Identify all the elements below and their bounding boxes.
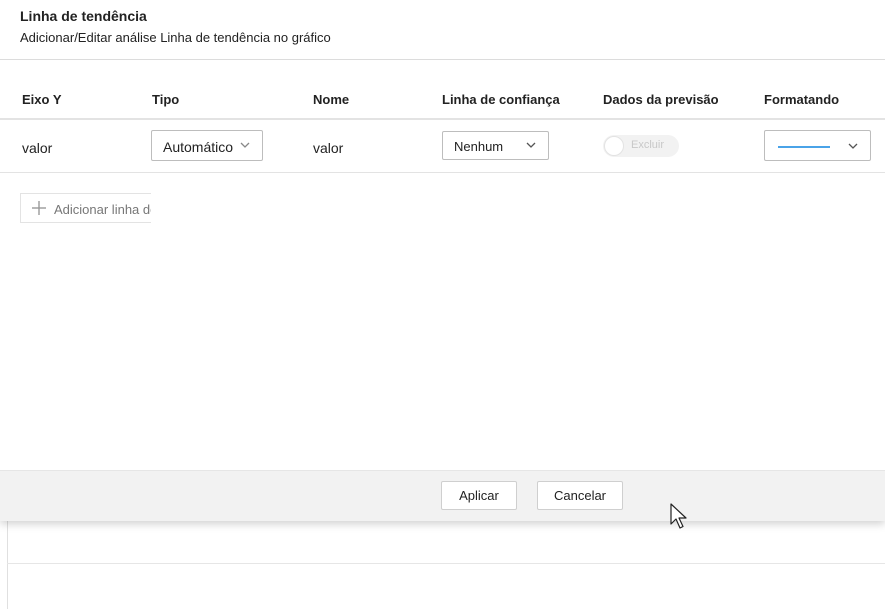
chevron-down-icon [240,142,250,148]
header-y-axis: Eixo Y [22,92,62,107]
trendline-dialog: Linha de tendência Adicionar/Editar anál… [0,0,885,521]
y-axis-value: valor [22,140,53,156]
toggle-knob [604,136,624,156]
dialog-subtitle: Adicionar/Editar análise Linha de tendên… [20,30,331,45]
header-forecast-data: Dados da previsão [603,92,719,107]
chevron-down-icon [848,143,858,149]
add-trendline-button[interactable]: Adicionar linha de tendência [20,193,151,223]
add-trendline-label: Adicionar linha de tendência [54,202,151,217]
line-format-select[interactable] [764,130,871,161]
background-divider-horizontal [7,563,885,564]
trendline-name: valor [313,140,344,156]
type-select[interactable]: Automático [151,130,263,161]
dialog-title: Linha de tendência [20,8,147,24]
table-header: Eixo Y Tipo Nome Linha de confiança Dado… [0,80,885,120]
type-select-value: Automático [163,139,234,155]
confidence-line-select[interactable]: Nenhum [442,131,549,160]
table-row: valor Automático valor Nenhum Excluir [0,121,885,173]
header-confidence-line: Linha de confiança [442,92,560,107]
dialog-header: Linha de tendência Adicionar/Editar anál… [0,0,885,60]
background-grid [0,521,885,609]
chevron-down-icon [526,142,536,148]
header-name: Nome [313,92,350,107]
dialog-footer: Aplicar Cancelar [0,470,885,521]
line-style-swatch [778,146,830,148]
plus-icon [32,201,46,215]
forecast-data-toggle[interactable]: Excluir [603,135,679,157]
cancel-button[interactable]: Cancelar [537,481,623,510]
confidence-line-value: Nenhum [454,139,504,154]
header-type: Tipo [152,92,180,107]
background-divider-vertical [7,521,8,609]
apply-button[interactable]: Aplicar [441,481,517,510]
header-formatting: Formatando [764,92,840,107]
mouse-pointer-icon [670,503,687,529]
forecast-toggle-label: Excluir [631,139,665,151]
